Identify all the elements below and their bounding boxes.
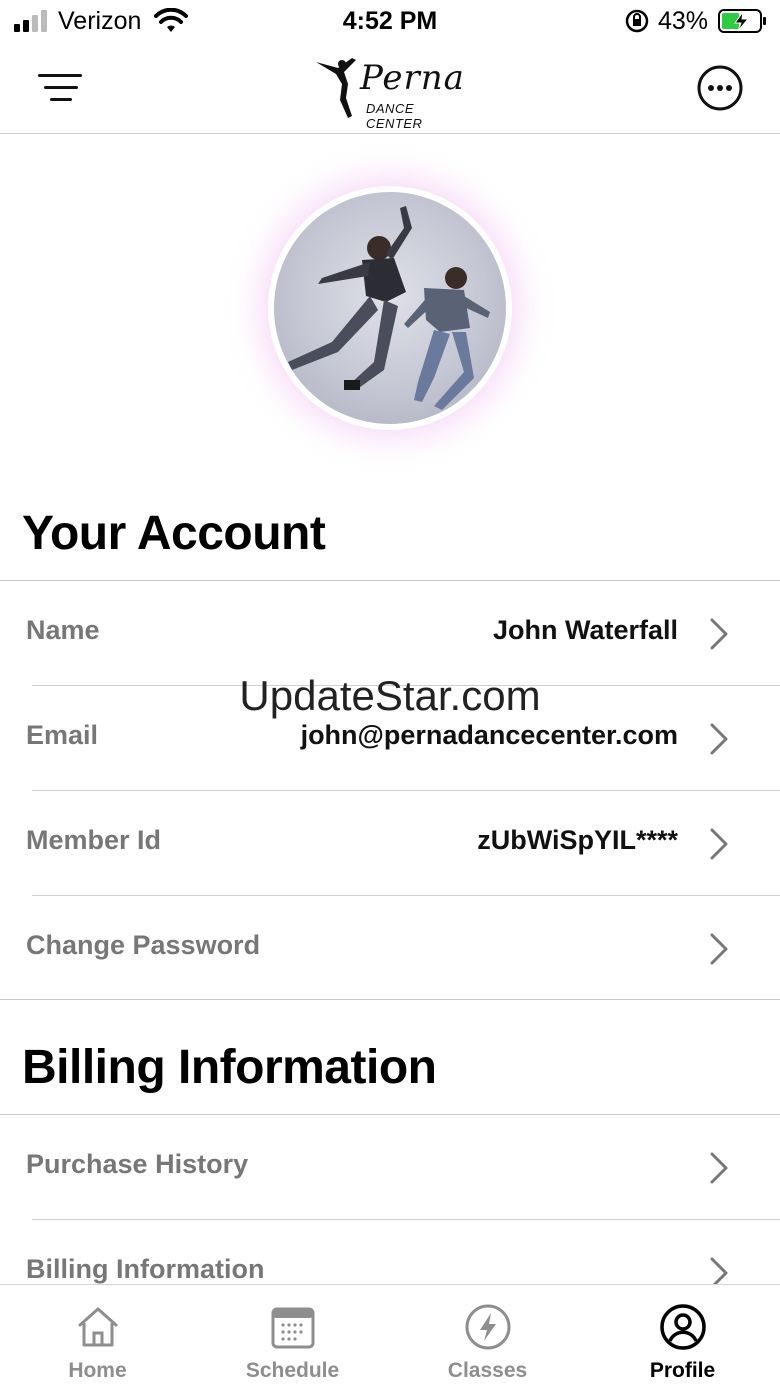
more-options-icon[interactable] (696, 64, 744, 112)
tab-profile[interactable]: Profile (585, 1285, 780, 1388)
member-id-label: Member Id (26, 825, 162, 855)
tab-home-label: Home (68, 1359, 127, 1382)
divider (0, 999, 780, 1000)
orientation-lock-icon (625, 9, 649, 33)
change-password-label: Change Password (26, 930, 261, 960)
chevron-right-icon (710, 618, 728, 650)
tab-profile-label: Profile (649, 1359, 716, 1382)
tab-classes-label: Classes (447, 1359, 528, 1382)
name-value: John Waterfall (492, 615, 678, 645)
tab-schedule[interactable]: Schedule (195, 1285, 390, 1388)
member-id-value: zUbWiSpYIL**** (477, 825, 678, 855)
chevron-right-icon (710, 723, 728, 755)
logo-wordmark: Perna (360, 58, 465, 98)
battery-percentage: 43% (658, 7, 709, 35)
profile-avatar[interactable] (268, 186, 512, 430)
perna-logo: Perna DANCE CENTER (312, 52, 472, 131)
lightning-icon (465, 1304, 511, 1350)
email-label: Email (26, 720, 99, 750)
tab-schedule-label: Schedule (245, 1359, 340, 1382)
member-id-row[interactable]: Member Id zUbWiSpYIL**** (0, 791, 780, 895)
purchase-history-row[interactable]: Purchase History (0, 1115, 780, 1219)
logo-subtitle: DANCE CENTER (366, 101, 423, 131)
name-label: Name (26, 615, 100, 645)
change-password-row[interactable]: Change Password (0, 896, 780, 1000)
calendar-icon (271, 1307, 315, 1349)
billing-information-label: Billing Information (26, 1254, 265, 1284)
chevron-right-icon (710, 933, 728, 965)
email-value: john@pernadancecenter.com (300, 720, 678, 750)
hamburger-menu-icon[interactable] (36, 70, 84, 106)
battery-charging-icon (718, 9, 766, 33)
avatar-photo (274, 192, 506, 424)
chevron-right-icon (710, 828, 728, 860)
your-account-heading: Your Account (22, 507, 326, 560)
billing-information-heading: Billing Information (22, 1041, 437, 1094)
status-bar: Verizon 4:52 PM 43% (0, 0, 780, 44)
profile-icon (660, 1304, 706, 1350)
purchase-history-label: Purchase History (26, 1149, 249, 1179)
home-icon (78, 1307, 118, 1347)
name-row[interactable]: Name John Waterfall (0, 581, 780, 685)
tab-classes[interactable]: Classes (390, 1285, 585, 1388)
tab-home[interactable]: Home (0, 1285, 195, 1388)
chevron-right-icon (710, 1152, 728, 1184)
dancers-photo (288, 206, 490, 410)
watermark: UpdateStar.com (239, 672, 541, 719)
app-header: Perna DANCE CENTER (0, 44, 780, 134)
bottom-tab-bar: Home Schedule Classes Profile (0, 1284, 780, 1388)
